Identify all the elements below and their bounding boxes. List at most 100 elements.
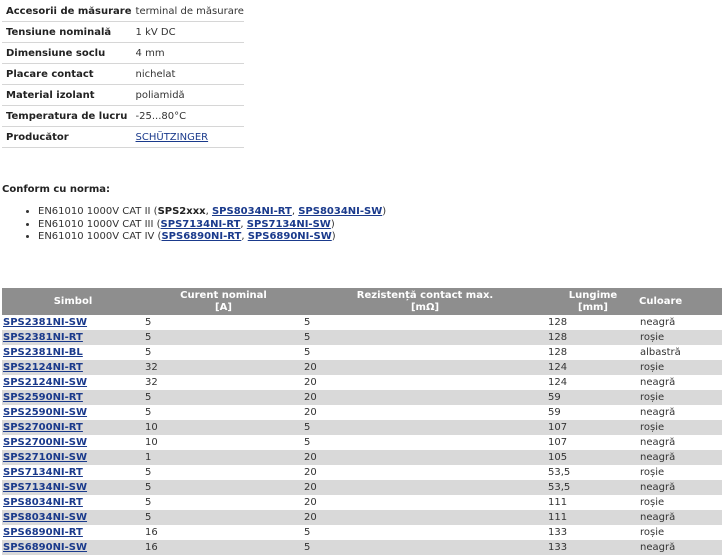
product-link[interactable]: SPS2124NI-SW: [3, 377, 87, 388]
cell-length: 107: [547, 420, 639, 435]
cell-resistance: 5: [304, 437, 311, 448]
spec-row: Tensiune nominală 1 kV DC: [2, 21, 244, 43]
cell-resistance: 20: [303, 360, 547, 375]
table-row: SPS2381NI-BL 5 5 128 albastră: [2, 345, 722, 360]
norm-suffix: ): [330, 218, 335, 230]
cell-symbol: SPS2710NI-SW: [2, 450, 144, 465]
cell-symbol: SPS2590NI-RT: [2, 390, 144, 405]
column-header-title: Curent nominal: [180, 289, 267, 301]
cell-length: 128: [547, 330, 639, 345]
spec-label: Material izolant: [2, 84, 132, 106]
cell-current: 5: [144, 390, 303, 405]
norm-product-link[interactable]: SPS7134NI-SW: [247, 219, 331, 230]
cell-current: 1: [144, 450, 303, 465]
spec-row: Accesorii de măsurare terminal de măsurar…: [2, 1, 244, 22]
product-link[interactable]: SPS2710NI-SW: [3, 452, 87, 463]
column-header-title: Culoare: [639, 295, 683, 307]
table-row: SPS2710NI-SW 1 20 105 neagră: [2, 450, 722, 465]
table-row: SPS2700NI-SW 10 5 107 neagră: [2, 435, 722, 450]
cell-resistance: 20: [304, 377, 317, 388]
spec-label: Placare contact: [2, 63, 132, 85]
cell-symbol: SPS8034NI-RT: [2, 495, 144, 510]
cell-length: 107: [548, 437, 568, 448]
cell-resistance: 5: [303, 330, 547, 345]
table-row: SPS8034NI-SW 5 20 111 neagră: [2, 510, 722, 525]
cell-resistance: 20: [303, 480, 547, 495]
norm-product-link[interactable]: SPS8034NI-RT: [212, 206, 292, 217]
product-link[interactable]: SPS6890NI-SW: [3, 542, 87, 553]
product-table: Simbol Curent nominal [A] Rezistență contac…: [2, 288, 722, 555]
product-link[interactable]: SPS2381NI-RT: [3, 332, 83, 343]
cell-resistance: 20: [303, 510, 547, 525]
table-row: SPS2381NI-SW 5 5 128 neagră: [2, 315, 722, 330]
cell-resistance: 5: [304, 527, 311, 538]
spec-row: Producător SCHÜTZINGER: [2, 126, 244, 148]
cell-resistance: 5: [303, 540, 547, 555]
cell-color: roșie: [640, 467, 665, 478]
product-link[interactable]: SPS8034NI-RT: [3, 497, 83, 508]
column-header: Rezistență contact max. [mΩ]: [303, 288, 547, 315]
product-link[interactable]: SPS2124NI-RT: [3, 362, 83, 373]
cell-length: 59: [548, 407, 561, 418]
table-row: SPS2700NI-RT 10 5 107 roșie: [2, 420, 722, 435]
product-link[interactable]: SPS8034NI-SW: [3, 512, 87, 523]
product-link[interactable]: SPS7134NI-RT: [3, 467, 83, 478]
cell-current: 5: [145, 467, 152, 478]
spec-value: -25...80°C: [131, 105, 244, 127]
norms-title: Conform cu norma:: [2, 184, 110, 195]
cell-color: roșie: [640, 497, 665, 508]
cell-color: neagră: [640, 317, 676, 328]
norm-suffix: ): [382, 206, 387, 217]
cell-color: roșie: [639, 420, 722, 435]
cell-resistance: 20: [304, 497, 317, 508]
product-link[interactable]: SPS6890NI-RT: [3, 527, 83, 538]
cell-symbol: SPS8034NI-SW: [2, 510, 144, 525]
table-row: SPS2381NI-RT 5 5 128 roșie: [2, 330, 722, 345]
cell-color: neagră: [639, 510, 722, 525]
norm-item: EN61010 1000V CAT III (SPS7134NI-RT, SPS…: [38, 219, 386, 232]
column-header-title: Rezistență contact max.: [356, 289, 494, 301]
column-header: Lungime [mm]: [547, 288, 639, 315]
product-link[interactable]: SPS2381NI-SW: [3, 317, 87, 328]
norm-product-link[interactable]: SPS6890NI-RT: [161, 231, 241, 242]
cell-symbol: SPS2700NI-SW: [2, 435, 144, 450]
norms-list: EN61010 1000V CAT II (SPS2xxx, SPS8034NI…: [24, 206, 386, 244]
table-row: SPS7134NI-SW 5 20 53,5 neagră: [2, 480, 722, 495]
cell-color: neagră: [640, 377, 676, 388]
norm-product-link[interactable]: SPS8034NI-SW: [298, 206, 382, 217]
product-link[interactable]: SPS2590NI-RT: [3, 392, 83, 403]
product-page: Accesorii de măsurare terminal de măsurar…: [0, 0, 726, 560]
norm-product-link[interactable]: SPS6890NI-SW: [248, 231, 332, 242]
product-link[interactable]: SPS2700NI-RT: [3, 422, 83, 433]
norm-item: EN61010 1000V CAT II (SPS2xxx, SPS8034NI…: [38, 206, 386, 219]
cell-symbol: SPS2124NI-RT: [2, 360, 144, 375]
table-row: SPS2124NI-SW 32 20 124 neagră: [2, 375, 722, 390]
product-link[interactable]: SPS2700NI-SW: [3, 437, 87, 448]
cell-symbol: SPS2700NI-RT: [2, 420, 144, 435]
cell-symbol: SPS2381NI-BL: [2, 345, 144, 360]
product-link[interactable]: SPS2381NI-BL: [3, 347, 83, 358]
cell-color: roșie: [639, 330, 722, 345]
cell-current: 5: [145, 317, 152, 328]
cell-symbol: SPS2381NI-RT: [2, 330, 144, 345]
cell-color: neagră: [640, 407, 676, 418]
cell-symbol: SPS2124NI-SW: [2, 375, 144, 390]
cell-symbol: SPS2590NI-SW: [2, 405, 144, 420]
cell-current: 32: [144, 360, 303, 375]
cell-symbol: SPS2381NI-SW: [2, 315, 144, 330]
manufacturer-link[interactable]: SCHÜTZINGER: [136, 132, 209, 143]
cell-length: 105: [547, 450, 639, 465]
cell-length: 124: [548, 377, 568, 388]
cell-current: 5: [144, 480, 303, 495]
column-header: Simbol: [2, 288, 144, 315]
cell-color: neagră: [639, 450, 722, 465]
column-header-title: Simbol: [53, 295, 93, 307]
table-row: SPS8034NI-RT 5 20 111 roșie: [2, 495, 722, 510]
norm-prefix: EN61010 1000V CAT II (: [38, 206, 158, 217]
product-link[interactable]: SPS2590NI-SW: [3, 407, 87, 418]
norm-product-link[interactable]: SPS7134NI-RT: [161, 219, 241, 230]
product-link[interactable]: SPS7134NI-SW: [3, 482, 87, 493]
cell-color: roșie: [639, 360, 722, 375]
cell-resistance: 20: [303, 450, 547, 465]
cell-length: 133: [548, 527, 568, 538]
